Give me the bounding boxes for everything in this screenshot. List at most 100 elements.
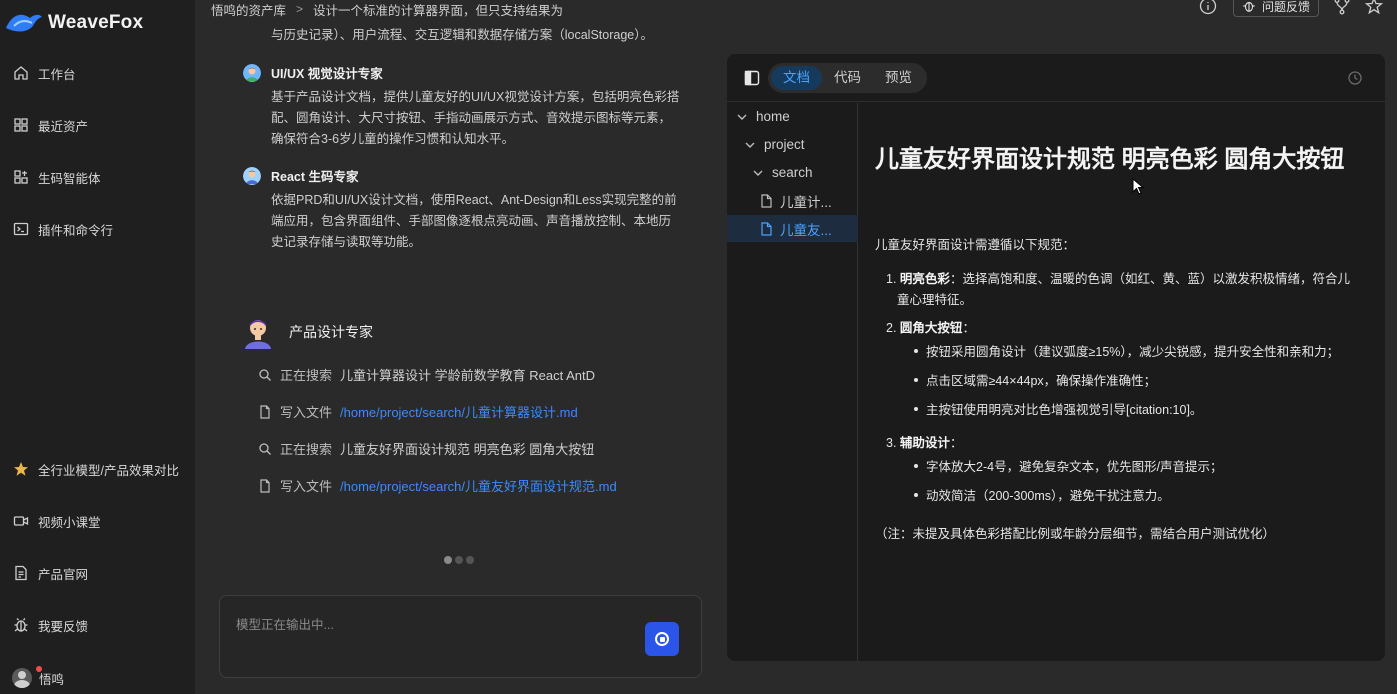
list-text: ：选择高饱和度、温暖的色调（如红、黄、蓝）以激发积极情绪，符合儿童心理特征。	[897, 272, 1350, 307]
tab-preview[interactable]: 预览	[873, 66, 924, 90]
breadcrumb: 悟鸣的资产库 > 设计一个标准的计算器界面，但只支持结果为 问题反馈	[195, 0, 1397, 18]
sidebar-item-label: 工作台	[38, 67, 76, 82]
sidebar-item-official-site[interactable]: 产品官网	[12, 563, 88, 583]
search-icon	[259, 368, 271, 381]
active-expert: 产品设计专家	[243, 315, 373, 349]
step-object: 儿童计算器设计 学龄前数学教育 React AntD	[340, 368, 595, 383]
grid-icon	[12, 117, 29, 134]
tree-item-label: search	[772, 165, 813, 180]
tab-code[interactable]: 代码	[822, 66, 873, 90]
step-verb: 写入文件	[280, 405, 333, 420]
tree-item-label: 儿童计...	[780, 194, 832, 210]
video-icon	[12, 513, 29, 530]
chevron-down-icon	[745, 142, 755, 148]
step-verb: 正在搜索	[280, 368, 333, 383]
sidebar-item-label: 视频小课堂	[38, 515, 101, 530]
sidebar-item-label: 生码智能体	[38, 171, 101, 186]
stop-icon	[655, 632, 669, 646]
list-heading: 明亮色彩	[899, 272, 950, 286]
file-link[interactable]: /home/project/search/儿童友好界面设计规范.md	[340, 476, 617, 495]
loading-dots	[444, 556, 477, 564]
file-icon	[260, 404, 270, 419]
breadcrumb-root[interactable]: 悟鸣的资产库	[211, 0, 286, 19]
sidebar-item-workbench[interactable]: 工作台	[12, 63, 76, 83]
feedback-button[interactable]: 问题反馈	[1232, 0, 1319, 17]
sidebar-item-plugins-cli[interactable]: 插件和命令行	[12, 219, 113, 239]
tree-file-selected[interactable]: 儿童友...	[727, 215, 858, 242]
logo-text: WeaveFox	[48, 12, 144, 33]
mouse-cursor-icon	[1132, 178, 1144, 195]
star-icon	[12, 461, 29, 478]
branch-icon[interactable]	[1333, 0, 1351, 15]
terminal-icon	[12, 221, 29, 238]
view-tabs: 文档 代码 预览	[768, 63, 927, 93]
sidebar-item-label: 全行业模型/产品效果对比	[38, 463, 179, 478]
chat-input[interactable]: 模型正在输出中...	[219, 595, 702, 678]
star-outline-icon[interactable]	[1365, 0, 1383, 15]
bug-icon	[12, 617, 29, 634]
active-expert-name: 产品设计专家	[289, 324, 373, 340]
document-note: （注：未提及具体色彩搭配比例或年龄分层细节，需结合用户测试优化）	[875, 527, 1276, 541]
expert-description: 依据PRD和UI/UX设计文档，使用React、Ant-Design和Less实…	[271, 193, 677, 249]
document-content: 儿童友好界面设计规范 明亮色彩 圆角大按钮 儿童友好界面设计需遵循以下规范： 1…	[875, 144, 1365, 541]
expert-avatar	[243, 166, 261, 185]
sidebar-item-code-agent[interactable]: 生码智能体	[12, 167, 101, 187]
history-icon[interactable]	[1347, 70, 1363, 86]
sidebar-item-recent-assets[interactable]: 最近资产	[12, 115, 88, 135]
agent-icon	[12, 169, 29, 186]
file-tree: home project search 儿童计... 儿童友...	[727, 103, 858, 661]
stop-generation-button[interactable]	[645, 622, 679, 656]
expert-name: UI/UX 视觉设计专家	[271, 67, 383, 81]
document-icon	[12, 565, 29, 582]
logo[interactable]: WeaveFox	[4, 8, 143, 38]
home-icon	[12, 65, 29, 82]
sidebar-item-label: 插件和命令行	[38, 223, 114, 238]
sidebar: WeaveFox 工作台 最近资产 生码智能体 插件和命令行 全行业模型/产品效…	[0, 0, 195, 694]
list-heading: 圆角大按钮	[899, 321, 963, 335]
sidebar-item-video-class[interactable]: 视频小课堂	[12, 511, 101, 531]
panel-header: 文档 代码 预览	[727, 54, 1385, 102]
bullet-item: 字体放大2-4号，避免复杂文本，优先图形/声音提示；	[914, 456, 1223, 475]
step-object: 儿童友好界面设计规范 明亮色彩 圆角大按钮	[340, 442, 595, 457]
document-panel: 文档 代码 预览 home project search 儿童计... 儿童友.…	[727, 54, 1385, 661]
search-icon	[259, 442, 271, 455]
expert-react: React 生码专家	[243, 166, 359, 185]
tree-file[interactable]: 儿童计...	[727, 187, 858, 214]
file-icon	[761, 193, 772, 208]
bullet-item: 主按钮使用明亮对比色增强视觉引导[citation:10]。	[914, 399, 1202, 418]
weavefox-logo-icon	[6, 14, 42, 32]
list-heading: 辅助设计	[899, 436, 950, 450]
file-icon	[761, 221, 772, 236]
sidebar-item-feedback[interactable]: 我要反馈	[12, 615, 88, 635]
file-link[interactable]: /home/project/search/儿童计算器设计.md	[340, 402, 578, 421]
expert-avatar	[243, 63, 261, 82]
expert-avatar	[245, 320, 271, 349]
user-profile[interactable]: 悟鸣	[12, 666, 65, 688]
sidebar-item-label: 我要反馈	[38, 619, 89, 634]
info-icon[interactable]	[1199, 0, 1217, 15]
user-name: 悟鸣	[39, 672, 65, 687]
list-item: 3. 辅助设计：	[886, 433, 962, 454]
step-verb: 正在搜索	[280, 442, 333, 457]
list-number: 1.	[886, 272, 897, 286]
tree-folder-project[interactable]: project	[727, 131, 858, 158]
file-icon	[260, 478, 270, 493]
feedback-button-label: 问题反馈	[1261, 0, 1310, 14]
bullet-item: 动效简洁（200-300ms），避免干扰注意力。	[914, 485, 1170, 504]
notification-dot	[36, 666, 42, 672]
list-number: 3.	[886, 436, 897, 450]
step-verb: 写入文件	[280, 479, 333, 494]
tree-folder-search[interactable]: search	[727, 159, 858, 186]
bug-icon	[1243, 1, 1255, 12]
sidebar-toggle-icon[interactable]	[744, 70, 760, 86]
tree-item-label: home	[756, 109, 790, 124]
sidebar-item-model-compare[interactable]: 全行业模型/产品效果对比	[12, 459, 179, 479]
tab-document[interactable]: 文档	[771, 66, 822, 90]
chevron-down-icon	[753, 170, 763, 176]
avatar	[12, 668, 32, 688]
step-write-file: 写入文件 /home/project/search/儿童友好界面设计规范.md	[258, 476, 617, 495]
tree-item-label: 儿童友...	[780, 222, 832, 238]
list-text: ：	[962, 321, 975, 335]
message-text: 与历史记录）、用户流程、交互逻辑和数据存储方案（localStorage）。	[271, 28, 653, 42]
tree-folder-home[interactable]: home	[727, 103, 858, 130]
